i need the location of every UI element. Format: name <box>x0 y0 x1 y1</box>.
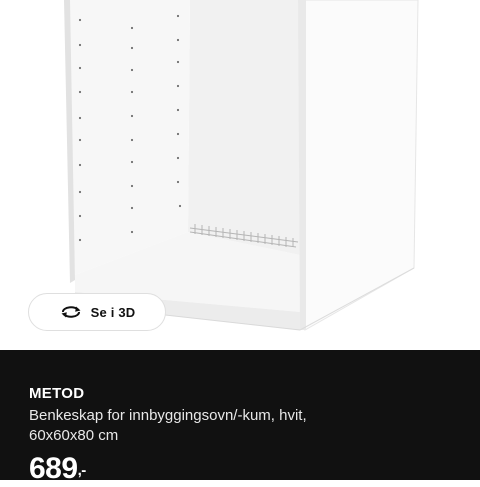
view-in-3d-button[interactable]: Se i 3D <box>28 293 166 331</box>
product-name[interactable]: METOD <box>29 385 84 402</box>
product-description-line-1: Benkeskap for innbyggingsovn/-kum, hvit, <box>29 407 307 424</box>
product-price: 689,- <box>29 451 86 487</box>
rotate-360-icon <box>61 306 81 318</box>
product-info-panel: METOD Benkeskap for innbyggingsovn/-kum,… <box>0 350 480 485</box>
price-suffix: ,- <box>77 462 87 479</box>
product-image-area[interactable]: Se i 3D <box>0 0 480 350</box>
product-description-line-2: 60x60x80 cm <box>29 427 119 444</box>
product-description: Benkeskap for innbyggingsovn/-kum, hvit,… <box>29 406 449 446</box>
view-in-3d-label: Se i 3D <box>90 304 136 320</box>
price-value: 689 <box>29 452 78 485</box>
